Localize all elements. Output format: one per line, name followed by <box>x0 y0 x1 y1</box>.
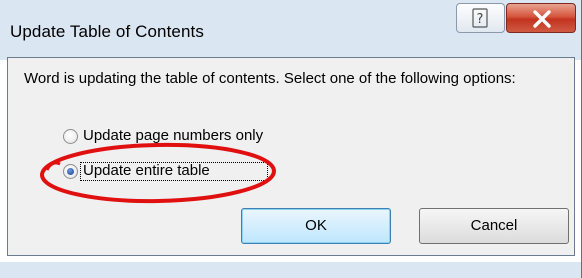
help-icon: ? <box>472 8 488 28</box>
dialog-body: Word is updating the table of contents. … <box>7 57 575 256</box>
radio-button-unchecked[interactable] <box>63 129 78 144</box>
dialog-title: Update Table of Contents <box>10 22 204 41</box>
radio-label-entire-table: Update entire table <box>83 162 210 179</box>
close-icon <box>533 10 551 28</box>
title-bar[interactable]: Update Table of Contents ? <box>0 0 581 60</box>
ok-button[interactable]: OK <box>241 208 391 244</box>
radio-button-checked[interactable] <box>63 164 78 179</box>
close-button[interactable] <box>506 3 576 33</box>
svg-text:?: ? <box>477 12 484 27</box>
cancel-button[interactable]: Cancel <box>419 208 569 244</box>
help-button[interactable]: ? <box>456 3 505 33</box>
dialog-message: Word is updating the table of contents. … <box>24 70 516 87</box>
window-bottom-border <box>0 262 581 278</box>
radio-label-page-numbers: Update page numbers only <box>83 127 264 144</box>
update-toc-dialog: Update Table of Contents ? Word is updat… <box>0 0 582 278</box>
